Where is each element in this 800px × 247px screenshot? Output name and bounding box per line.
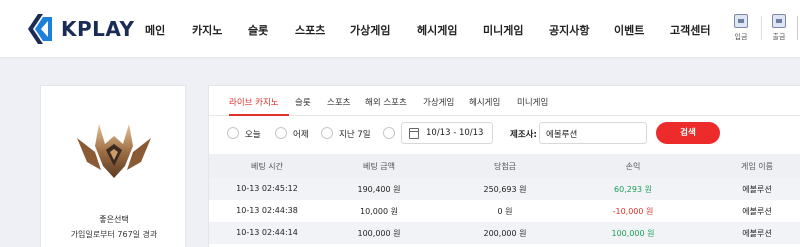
tab-overseas-sports[interactable]: 해외 스포츠 — [365, 96, 407, 108]
date-range-value: 10/13 - 10/13 — [426, 128, 484, 138]
withdraw-button[interactable]: 출금 — [766, 14, 792, 42]
table-row: 10-13 02:44:14 100,000 원 200,000 원 100,0… — [209, 222, 800, 244]
filter-bar: 오늘 어제 지난 7일 10/13 - 10/13 제조사: 에볼루션 검색 — [209, 117, 800, 151]
logo-text: KPLAY — [61, 17, 135, 41]
cell-game: 에볼루션 — [742, 207, 772, 216]
active-tab-indicator — [229, 114, 289, 116]
divider — [797, 16, 798, 40]
nav-item-slot[interactable]: 슬롯 — [248, 22, 268, 38]
cell-game: 에볼루션 — [742, 185, 772, 194]
profile-card: 좋은선택 가입일로부터 767일 경과 — [40, 85, 186, 247]
nav-item-casino[interactable]: 카지노 — [192, 22, 222, 38]
deposit-label: 입금 — [734, 33, 748, 41]
deposit-button[interactable]: 입금 — [728, 14, 754, 42]
logo[interactable]: KPLAY — [26, 12, 134, 46]
cell-win: 250,693 원 — [483, 185, 527, 194]
cell-profit: 60,293 원 — [614, 185, 652, 194]
nav-item-sports[interactable]: 스포츠 — [295, 22, 325, 38]
kplay-logo-icon — [28, 14, 52, 44]
cell-win: 0 원 — [497, 207, 513, 216]
nav-item-support[interactable]: 고객센터 — [670, 22, 710, 38]
tab-live-casino[interactable]: 라이브 카지노 — [229, 96, 279, 108]
cell-game: 에볼루션 — [742, 229, 772, 238]
cell-time: 10-13 02:45:12 — [236, 184, 298, 193]
table-header: 베팅 시간 베팅 금액 당첨금 손익 게임 이름 — [209, 154, 800, 178]
nav-item-hash[interactable]: 헤시게임 — [417, 22, 457, 38]
withdraw-label: 출금 — [772, 33, 786, 41]
radio-yesterday[interactable] — [275, 127, 287, 139]
profile-subtitle: 가입일로부터 767일 경과 — [70, 230, 158, 239]
wallet-out-icon — [772, 14, 786, 28]
divider — [761, 16, 762, 40]
tab-sports[interactable]: 스포츠 — [327, 96, 350, 108]
radio-last-7-days-label: 지난 7일 — [339, 130, 371, 140]
table-row: 10-13 02:45:12 190,400 원 250,693 원 60,29… — [209, 178, 800, 200]
radio-yesterday-label: 어제 — [293, 130, 309, 140]
column-header-win: 당첨금 — [493, 162, 517, 171]
cell-win: 200,000 원 — [483, 229, 527, 238]
top-navigation: KPLAY 메인 카지노 슬롯 스포츠 가상게임 헤시게임 미니게임 공지사항 … — [0, 0, 800, 58]
column-header-bet: 베팅 금액 — [363, 162, 395, 171]
tab-mini[interactable]: 미니게임 — [517, 96, 548, 108]
nav-item-notice[interactable]: 공지사항 — [549, 22, 589, 38]
nav-item-virtual[interactable]: 가상게임 — [350, 22, 390, 38]
nav-item-main[interactable]: 메인 — [145, 22, 165, 38]
column-header-profit: 손익 — [625, 162, 641, 171]
radio-custom-range[interactable] — [383, 127, 395, 139]
maker-select[interactable]: 에볼루션 — [539, 122, 647, 144]
column-header-game: 게임 이름 — [741, 162, 773, 171]
tab-slot[interactable]: 슬롯 — [295, 96, 311, 108]
cell-bet: 10,000 원 — [360, 207, 398, 216]
cell-bet: 100,000 원 — [357, 229, 401, 238]
rank-emblem-icon — [77, 124, 151, 178]
betting-history-panel: 라이브 카지노 슬롯 스포츠 해외 스포츠 가상게임 헤시게임 미니게임 오늘 … — [208, 85, 800, 247]
cell-profit: -10,000 원 — [612, 207, 654, 216]
category-tabs: 라이브 카지노 슬롯 스포츠 해외 스포츠 가상게임 헤시게임 미니게임 — [209, 86, 800, 116]
cell-bet: 190,400 원 — [357, 185, 401, 194]
radio-today-label: 오늘 — [245, 130, 261, 140]
cell-time: 10-13 02:44:38 — [236, 206, 298, 215]
tab-virtual[interactable]: 가상게임 — [423, 96, 454, 108]
column-header-time: 베팅 시간 — [251, 162, 283, 171]
maker-label: 제조사: — [510, 130, 537, 140]
nav-item-mini[interactable]: 미니게임 — [483, 22, 523, 38]
nav-item-event[interactable]: 이벤트 — [614, 22, 644, 38]
date-range-picker[interactable]: 10/13 - 10/13 — [401, 122, 493, 144]
wallet-in-icon — [734, 14, 748, 28]
table-row: 10-13 02:44:38 10,000 원 0 원 -10,000 원 에볼… — [209, 200, 800, 222]
search-button[interactable]: 검색 — [656, 122, 720, 144]
calendar-icon — [409, 128, 419, 139]
radio-today[interactable] — [227, 127, 239, 139]
cell-time: 10-13 02:44:14 — [236, 228, 298, 237]
radio-last-7-days[interactable] — [321, 127, 333, 139]
profile-name: 좋은선택 — [99, 215, 129, 224]
cell-profit: 100,000 원 — [611, 229, 655, 238]
tab-hash[interactable]: 헤시게임 — [469, 96, 500, 108]
